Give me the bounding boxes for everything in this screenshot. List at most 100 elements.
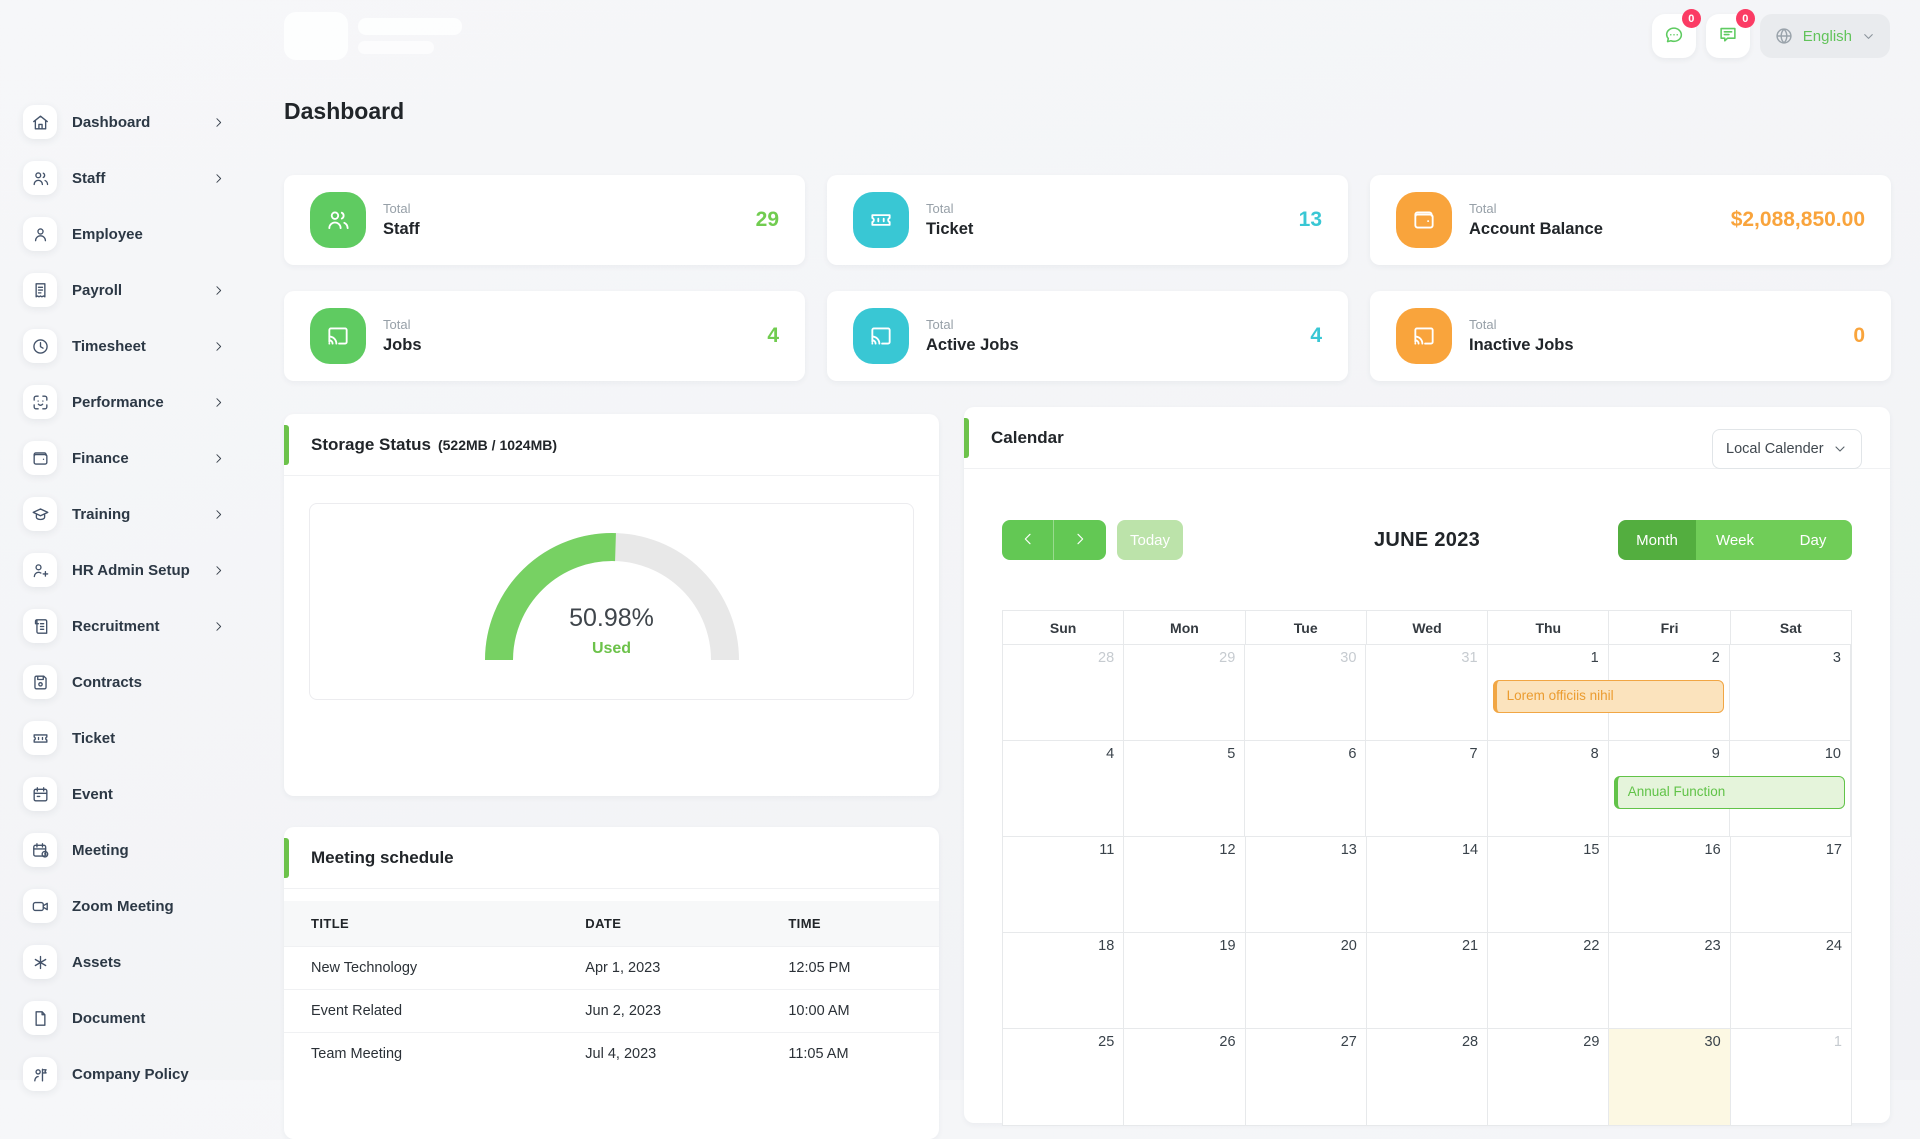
calendar-day-19[interactable]: 19: [1124, 933, 1245, 1028]
calendar-day-14[interactable]: 14: [1367, 837, 1488, 932]
calendar-view-group: MonthWeekDay: [1618, 520, 1852, 560]
calendar-today-button[interactable]: Today: [1117, 520, 1183, 560]
calendar-view-week[interactable]: Week: [1696, 520, 1774, 560]
sidebar-item-hr-admin-setup[interactable]: HR Admin Setup: [0, 542, 252, 598]
sidebar-item-meeting[interactable]: Meeting: [0, 822, 252, 878]
calendar-day-30[interactable]: 30: [1245, 645, 1366, 740]
storage-gauge: 50.98% Used: [472, 528, 752, 678]
ticket-icon: [853, 192, 909, 248]
chat-icon: [1663, 24, 1685, 49]
gauge-percent: 50.98%: [472, 604, 752, 633]
stat-value: 4: [767, 324, 779, 348]
sidebar-item-contracts[interactable]: Contracts: [0, 654, 252, 710]
chevron-right-icon: [212, 116, 225, 129]
calendar-day-13[interactable]: 13: [1246, 837, 1367, 932]
chevron-down-icon: [1832, 441, 1848, 457]
calendar-week-row: 28293031123Lorem officiis nihil: [1003, 645, 1851, 741]
calendar-day-4[interactable]: 4: [1003, 741, 1124, 836]
meeting-schedule-card: Meeting schedule TITLEDATETIME New Techn…: [284, 827, 939, 1139]
sidebar-item-company-policy[interactable]: Company Policy: [0, 1046, 252, 1102]
calendar-day-16[interactable]: 16: [1609, 837, 1730, 932]
calendar-week-row: 45678910Annual Function: [1003, 741, 1851, 837]
calendar-day-28[interactable]: 28: [1367, 1029, 1488, 1125]
calendar-toolbar: Today JUNE 2023 MonthWeekDay: [1002, 520, 1852, 560]
logo-text-line: [358, 18, 462, 35]
sidebar-item-document[interactable]: Document: [0, 990, 252, 1046]
storage-gauge-box: 50.98% Used: [309, 503, 914, 700]
calendar-prev-button[interactable]: [1002, 520, 1054, 560]
calendar-day-23[interactable]: 23: [1609, 933, 1730, 1028]
stat-value: 4: [1310, 324, 1322, 348]
day-header-sun: Sun: [1003, 611, 1124, 644]
language-selector[interactable]: English: [1760, 14, 1890, 58]
training-icon: [23, 497, 57, 531]
stat-label: Total: [1469, 201, 1603, 216]
calendar-day-30-today[interactable]: 30: [1609, 1029, 1730, 1125]
sidebar-item-recruitment[interactable]: Recruitment: [0, 598, 252, 654]
calendar-day-29[interactable]: 29: [1488, 1029, 1609, 1125]
sidebar-item-label: Contracts: [72, 674, 142, 691]
meeting-time: 11:05 AM: [788, 1033, 939, 1076]
calendar-day-25[interactable]: 25: [1003, 1029, 1124, 1125]
calendar-view-day[interactable]: Day: [1774, 520, 1852, 560]
meeting-time: 10:00 AM: [788, 990, 939, 1033]
calendar-day-24[interactable]: 24: [1731, 933, 1851, 1028]
recruitment-icon: [23, 609, 57, 643]
calendar-source-select[interactable]: Local Calender: [1712, 429, 1862, 469]
assets-icon: [23, 945, 57, 979]
sidebar-item-dashboard[interactable]: Dashboard: [0, 94, 252, 150]
stat-label: Total: [383, 317, 422, 332]
calendar-day-12[interactable]: 12: [1124, 837, 1245, 932]
calendar-day-6[interactable]: 6: [1245, 741, 1366, 836]
calendar-day-26[interactable]: 26: [1124, 1029, 1245, 1125]
sidebar-item-employee[interactable]: Employee: [0, 206, 252, 262]
chevron-left-icon: [1020, 531, 1036, 550]
stat-value: 13: [1299, 208, 1322, 232]
calendar-day-1[interactable]: 1: [1731, 1029, 1851, 1125]
calendar-day-7[interactable]: 7: [1366, 741, 1487, 836]
notifications-button[interactable]: 0: [1706, 14, 1750, 58]
calendar-next-button[interactable]: [1054, 520, 1106, 560]
sidebar-item-timesheet[interactable]: Timesheet: [0, 318, 252, 374]
accent-bar: [964, 418, 969, 458]
calendar-day-27[interactable]: 27: [1246, 1029, 1367, 1125]
logo-mark: [284, 12, 348, 60]
stat-label: Total: [1469, 317, 1574, 332]
sidebar-item-zoom-meeting[interactable]: Zoom Meeting: [0, 878, 252, 934]
calendar-day-18[interactable]: 18: [1003, 933, 1124, 1028]
calendar-day-5[interactable]: 5: [1124, 741, 1245, 836]
stat-label: Total: [383, 201, 420, 216]
calendar-view-month[interactable]: Month: [1618, 520, 1696, 560]
calendar-day-11[interactable]: 11: [1003, 837, 1124, 932]
globe-icon: [1774, 26, 1794, 46]
chat-button[interactable]: 0: [1652, 14, 1696, 58]
sidebar-item-finance[interactable]: Finance: [0, 430, 252, 486]
calendar-day-22[interactable]: 22: [1488, 933, 1609, 1028]
calendar-event-lorem-officiis-nihil[interactable]: Lorem officiis nihil: [1493, 680, 1724, 713]
calendar-week-row: 11121314151617: [1003, 837, 1851, 933]
sidebar-item-label: Ticket: [72, 730, 115, 747]
sidebar-item-event[interactable]: Event: [0, 766, 252, 822]
chevron-right-icon: [212, 396, 225, 409]
calendar-day-8[interactable]: 8: [1488, 741, 1609, 836]
stat-card-inactive-jobs: TotalInactive Jobs0: [1370, 291, 1891, 381]
calendar-day-3[interactable]: 3: [1730, 645, 1851, 740]
calendar-day-15[interactable]: 15: [1488, 837, 1609, 932]
sidebar-item-staff[interactable]: Staff: [0, 150, 252, 206]
day-header-mon: Mon: [1124, 611, 1245, 644]
company-logo[interactable]: [284, 8, 470, 66]
chevron-right-icon: [212, 340, 225, 353]
sidebar-item-assets[interactable]: Assets: [0, 934, 252, 990]
sidebar-item-ticket[interactable]: Ticket: [0, 710, 252, 766]
sidebar-item-training[interactable]: Training: [0, 486, 252, 542]
calendar-day-28[interactable]: 28: [1003, 645, 1124, 740]
calendar-event-annual-function[interactable]: Annual Function: [1614, 776, 1845, 809]
sidebar-item-payroll[interactable]: Payroll: [0, 262, 252, 318]
calendar-day-31[interactable]: 31: [1366, 645, 1487, 740]
calendar-day-21[interactable]: 21: [1367, 933, 1488, 1028]
calendar-day-17[interactable]: 17: [1731, 837, 1851, 932]
sidebar-item-performance[interactable]: Performance: [0, 374, 252, 430]
gauge-used-label: Used: [472, 640, 752, 658]
calendar-day-29[interactable]: 29: [1124, 645, 1245, 740]
calendar-day-20[interactable]: 20: [1246, 933, 1367, 1028]
